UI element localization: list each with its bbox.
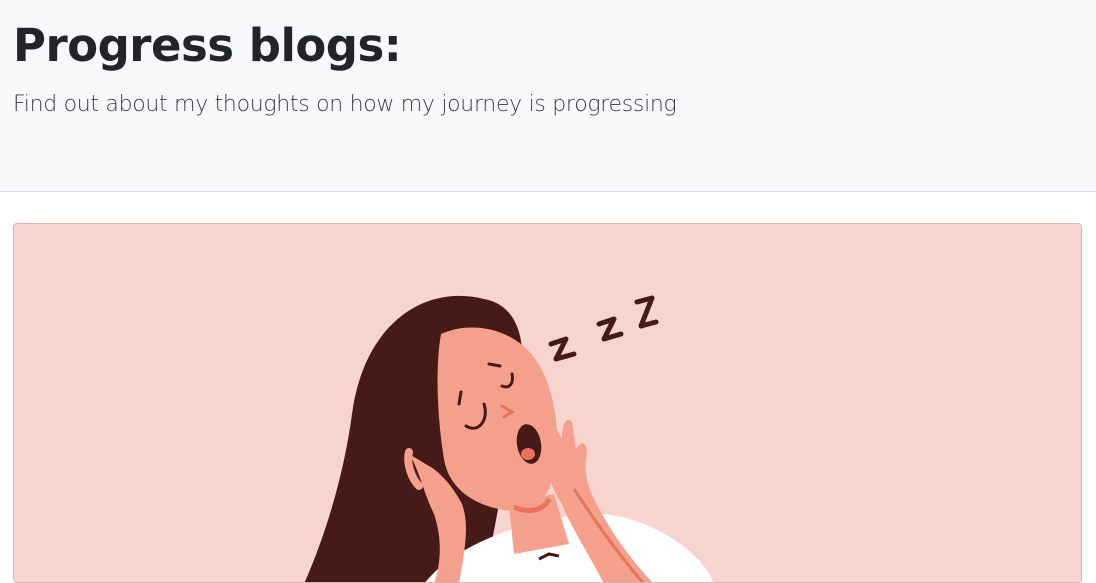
page-title: Progress blogs: xyxy=(13,19,402,72)
page-subtitle: Find out about my thoughts on how my jou… xyxy=(13,92,677,117)
page-header: Progress blogs: Find out about my though… xyxy=(0,0,1096,192)
blog-card[interactable] xyxy=(13,223,1082,583)
card-image[interactable] xyxy=(14,224,1082,583)
